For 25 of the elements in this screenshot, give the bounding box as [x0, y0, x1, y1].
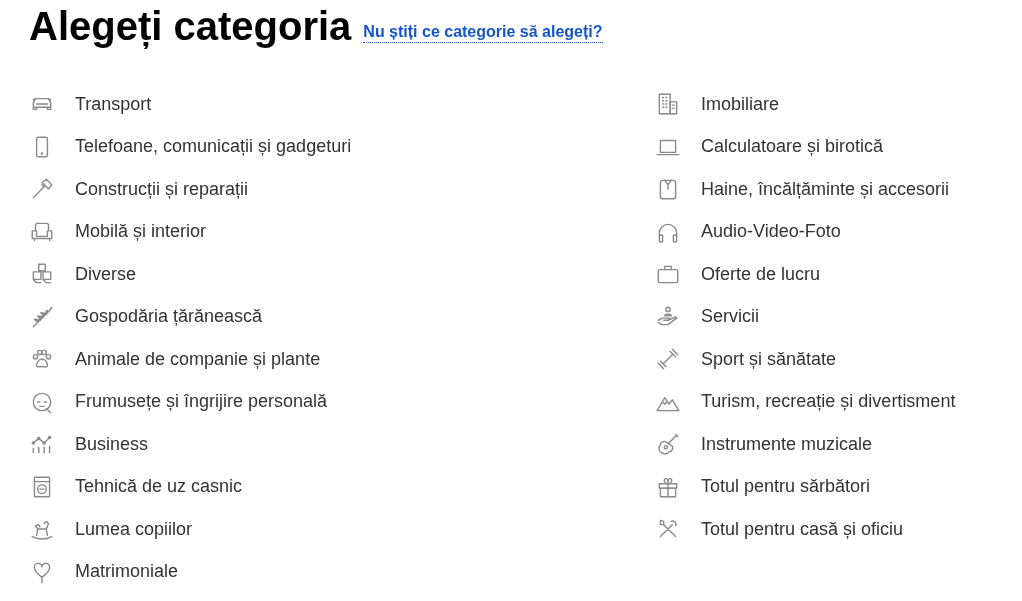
category-link[interactable]: Servicii: [655, 295, 759, 338]
category-link[interactable]: Calculatoare și birotică: [655, 125, 884, 168]
category-link[interactable]: Business: [29, 423, 149, 466]
category-link[interactable]: Mobilă și interior: [29, 210, 207, 253]
category-link[interactable]: Diverse: [29, 253, 136, 296]
category-link[interactable]: Sport și sănătate: [655, 338, 837, 381]
category-link[interactable]: Turism, recreație și divertisment: [655, 380, 956, 423]
guitar-icon: [655, 431, 681, 458]
category-link[interactable]: Transport: [29, 83, 152, 126]
category-link[interactable]: Lumea copiilor: [29, 508, 193, 551]
category-link[interactable]: Gospodăria țărănească: [29, 295, 263, 338]
category-link[interactable]: Animale de companie și plante: [29, 338, 321, 381]
help-link[interactable]: Nu știți ce categorie să alegeți?: [363, 22, 603, 43]
category-link[interactable]: Audio-Video-Foto: [655, 210, 841, 253]
category-link[interactable]: Tehnică de uz casnic: [29, 465, 243, 508]
category-link[interactable]: Oferte de lucru: [655, 253, 821, 296]
category-link[interactable]: Matrimoniale: [29, 550, 179, 593]
category-link[interactable]: Totul pentru sărbători: [655, 465, 871, 508]
category-link[interactable]: Construcții și reparații: [29, 168, 249, 211]
category-link[interactable]: Imobiliare: [655, 83, 780, 126]
category-link[interactable]: Telefoane, comunicații și gadgeturi: [29, 125, 352, 168]
category-link[interactable]: Totul pentru casă și oficiu: [655, 508, 904, 551]
category-link[interactable]: Haine, încălțăminte și accesorii: [655, 168, 950, 211]
category-link[interactable]: Frumusețe și îngrijire personală: [29, 380, 328, 423]
category-link[interactable]: Instrumente muzicale: [655, 423, 873, 466]
